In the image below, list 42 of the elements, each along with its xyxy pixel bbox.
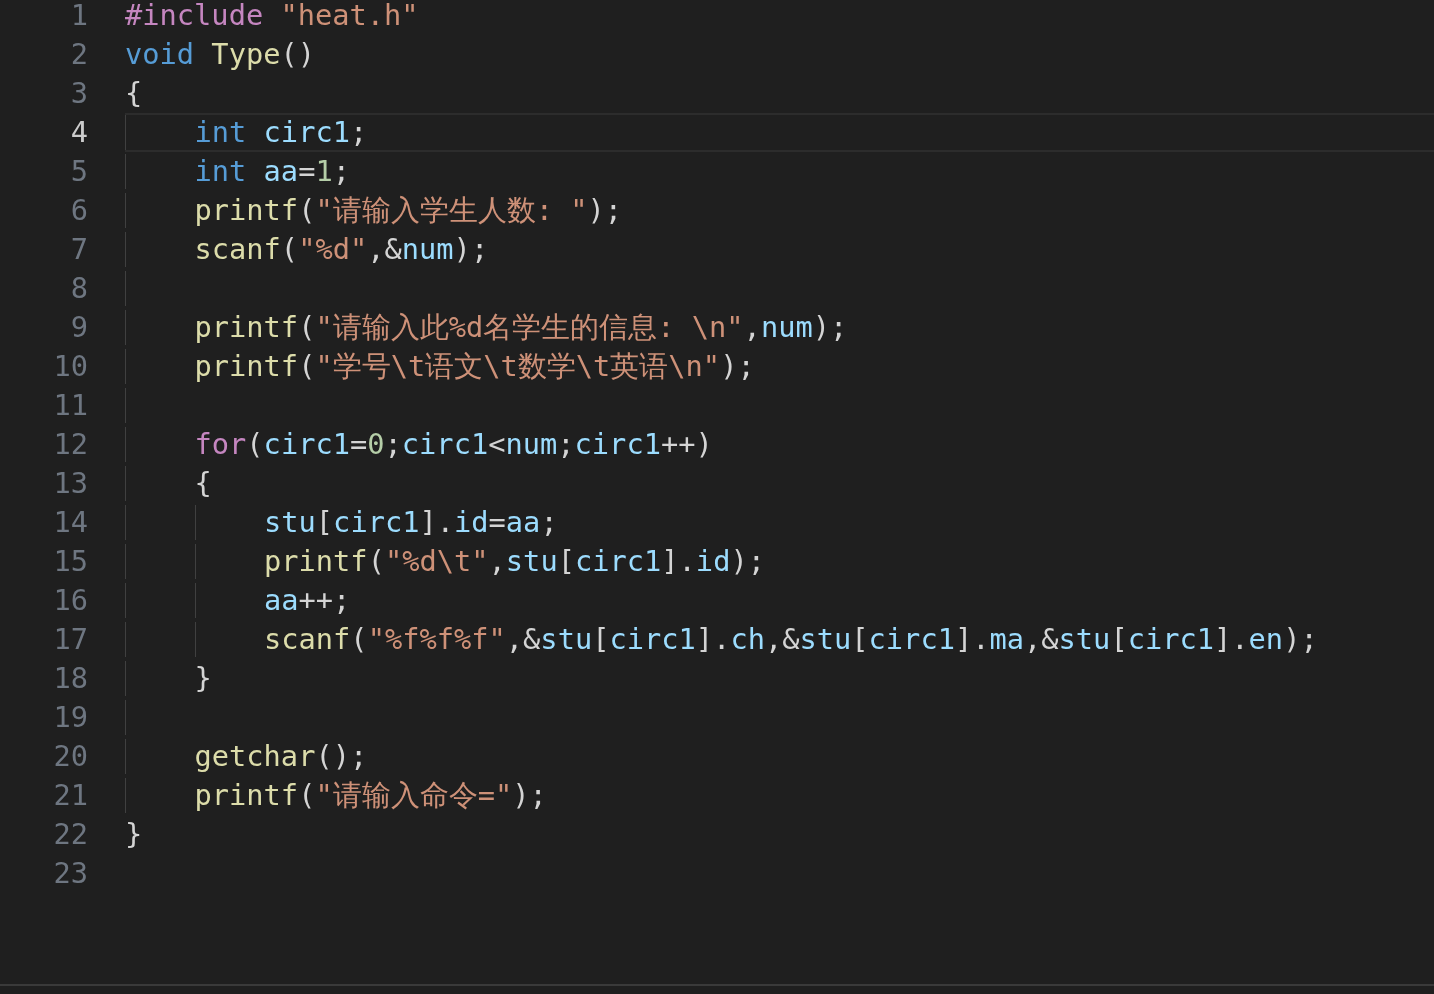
code-line: { bbox=[125, 76, 143, 111]
line-number: 11 bbox=[52, 387, 88, 424]
code-line: } bbox=[125, 817, 143, 852]
line-number: 22 bbox=[52, 816, 88, 853]
code-line: scanf("%d",&num); bbox=[194, 232, 489, 267]
line-number: 3 bbox=[69, 75, 88, 112]
code-line: printf("请输入命令="); bbox=[194, 778, 547, 813]
code-line: int circ1; bbox=[194, 115, 368, 150]
line-number: 4 bbox=[69, 114, 88, 151]
code-line: printf("请输入学生人数: "); bbox=[194, 193, 623, 228]
code-line: stu[circ1].id=aa; bbox=[264, 505, 558, 540]
line-number: 2 bbox=[69, 36, 88, 73]
line-number: 10 bbox=[52, 348, 88, 385]
line-number: 20 bbox=[52, 738, 88, 775]
line-number: 15 bbox=[52, 543, 88, 580]
code-line: #include "heat.h" bbox=[125, 0, 419, 33]
line-number: 7 bbox=[69, 231, 88, 268]
line-number: 17 bbox=[52, 621, 88, 658]
code-line: scanf("%f%f%f",&stu[circ1].ch,&stu[circ1].ma,&stu[circ1].en); bbox=[264, 622, 1318, 657]
line-number: 23 bbox=[52, 855, 88, 892]
line-number: 14 bbox=[52, 504, 88, 541]
line-number: 8 bbox=[69, 270, 88, 307]
line-number: 18 bbox=[52, 660, 88, 697]
code-line: int aa=1; bbox=[194, 154, 350, 189]
line-number: 19 bbox=[52, 699, 88, 736]
line-number: 16 bbox=[52, 582, 88, 619]
code-line: printf("请输入此%d名学生的信息: \n",num); bbox=[194, 310, 848, 345]
line-number: 12 bbox=[52, 426, 88, 463]
line-number: 6 bbox=[69, 192, 88, 229]
line-number: 21 bbox=[52, 777, 88, 814]
code-line: } bbox=[194, 661, 212, 696]
line-number: 13 bbox=[52, 465, 88, 502]
line-number: 9 bbox=[69, 309, 88, 346]
line-number: 1 bbox=[69, 0, 88, 34]
code-line: aa++; bbox=[264, 583, 351, 618]
code-line: void Type() bbox=[125, 37, 315, 72]
code-line: printf("学号\t语文\t数学\t英语\n"); bbox=[194, 349, 755, 384]
line-number: 5 bbox=[69, 153, 88, 190]
code-line: getchar(); bbox=[194, 739, 368, 774]
code-line: { bbox=[194, 466, 212, 501]
code-line: for(circ1=0;circ1<num;circ1++) bbox=[194, 427, 713, 462]
code-line: printf("%d\t",stu[circ1].id); bbox=[264, 544, 765, 579]
